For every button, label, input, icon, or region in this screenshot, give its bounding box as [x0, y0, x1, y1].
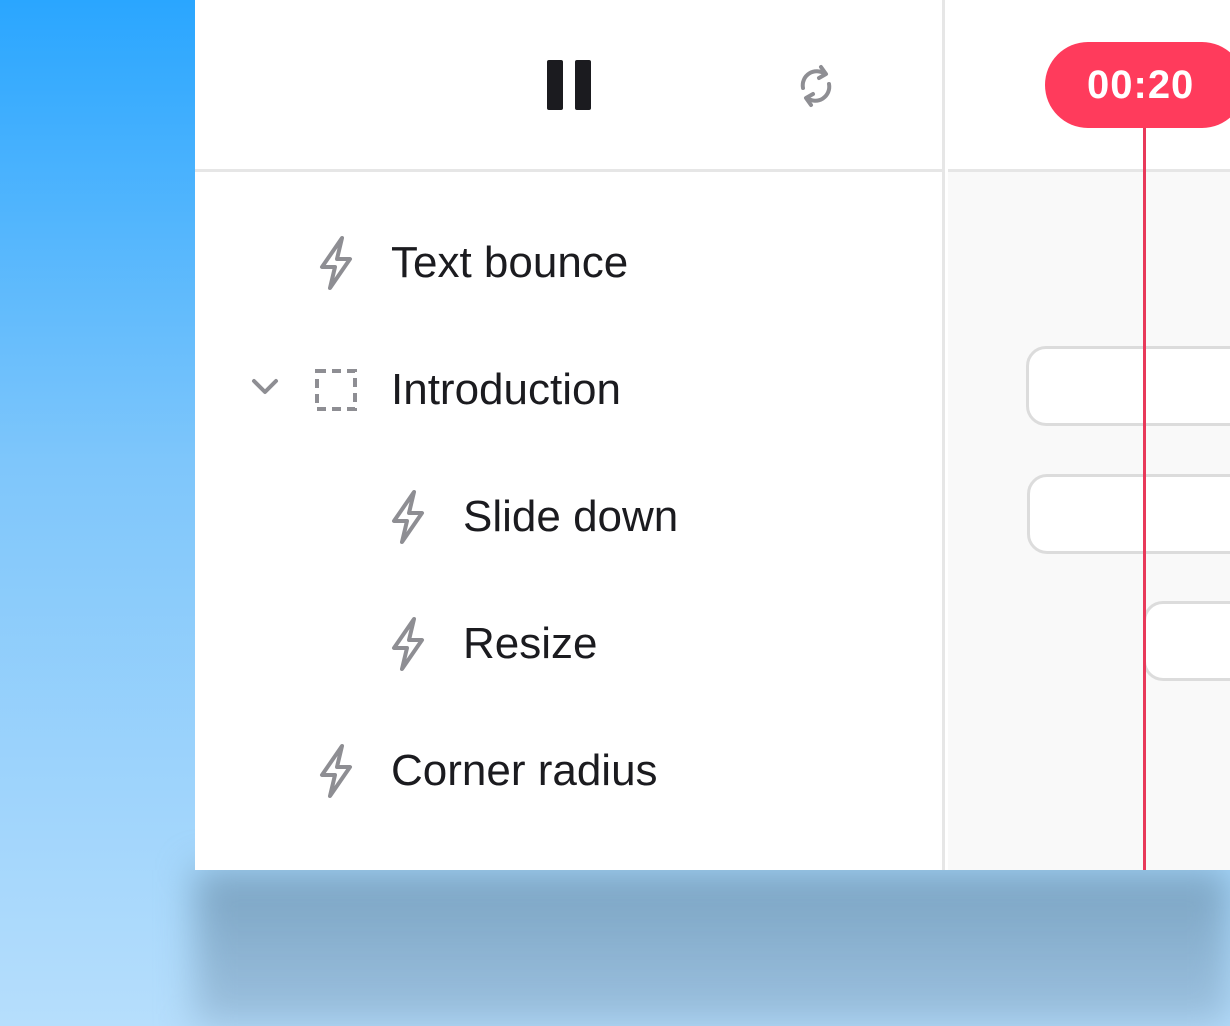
lightning-icon — [385, 487, 431, 547]
layer-label: Resize — [463, 619, 598, 668]
layer-item-introduction[interactable]: Introduction — [313, 355, 621, 425]
layer-label: Corner radius — [391, 746, 658, 795]
dashed-frame-icon — [313, 360, 359, 420]
loop-icon — [800, 65, 832, 107]
clip-resize[interactable] — [1143, 601, 1230, 681]
layer-label: Text bounce — [391, 238, 629, 287]
chevron-down-icon[interactable] — [247, 368, 283, 404]
background-shadow — [195, 870, 1230, 1026]
timeline: 00:20 — [948, 0, 1230, 870]
layer-item-resize[interactable]: Resize — [385, 609, 598, 679]
layers-column: Text bounce Introduction Slide down Resi… — [195, 0, 945, 870]
pause-icon-bar — [575, 60, 591, 110]
playhead-line[interactable] — [1143, 120, 1146, 870]
animation-panel: Text bounce Introduction Slide down Resi… — [195, 0, 1230, 870]
pause-icon — [547, 60, 563, 110]
layer-item-slide-down[interactable]: Slide down — [385, 482, 678, 552]
playhead-time-badge[interactable]: 00:20 — [1045, 42, 1230, 128]
layer-label: Slide down — [463, 492, 679, 541]
layer-item-text-bounce[interactable]: Text bounce — [313, 228, 628, 298]
lightning-icon — [313, 233, 359, 293]
timeline-tracks — [948, 172, 1230, 870]
layer-label: Introduction — [391, 365, 621, 414]
lightning-icon — [385, 614, 431, 674]
clip-introduction[interactable] — [1026, 346, 1230, 426]
loop-button[interactable] — [793, 58, 839, 114]
layer-item-corner-radius[interactable]: Corner radius — [313, 736, 658, 806]
clip-slide-down[interactable] — [1027, 474, 1230, 554]
pause-button[interactable] — [547, 60, 593, 110]
playback-toolbar — [195, 0, 945, 172]
lightning-icon — [313, 741, 359, 801]
